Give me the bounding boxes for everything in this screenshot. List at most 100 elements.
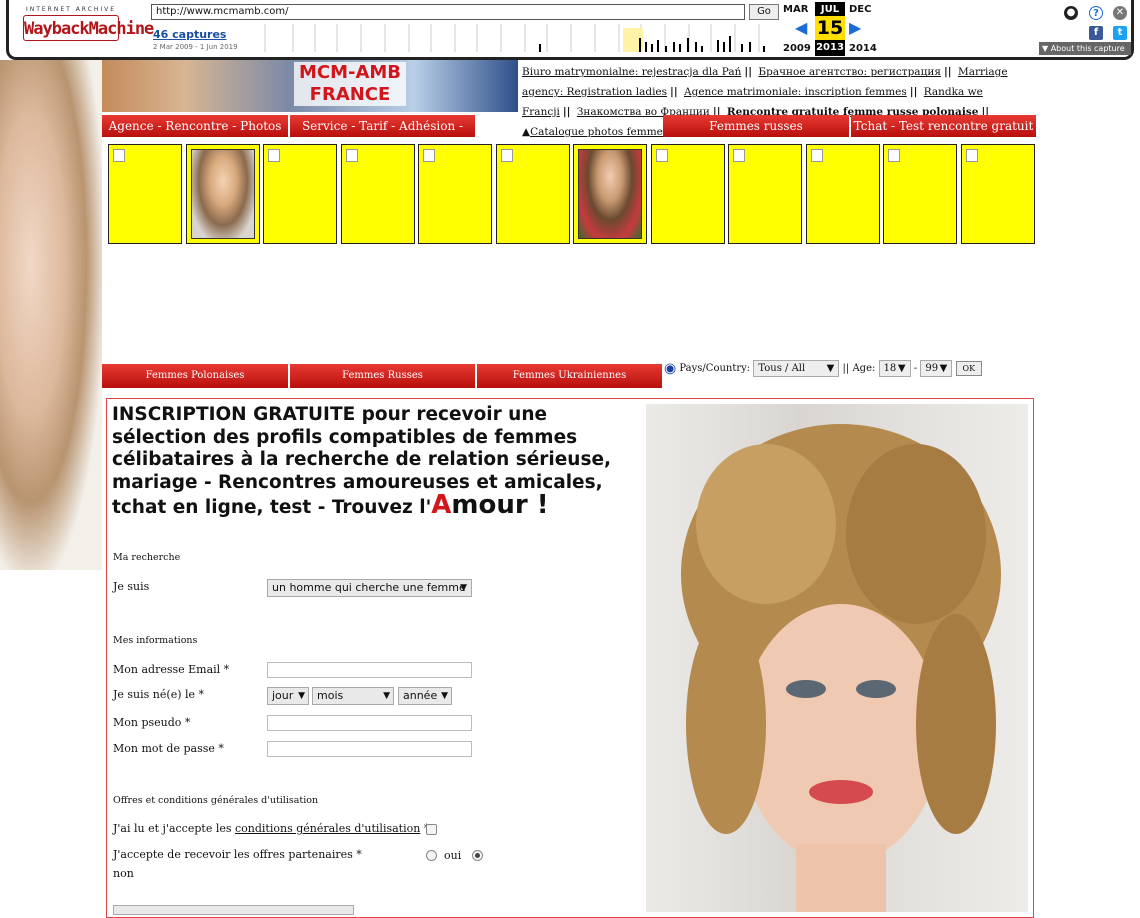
capture-sparkline[interactable] [245,24,777,52]
captures-link[interactable]: 46 captures [153,28,226,41]
profile-thumbnail[interactable] [805,143,881,245]
age-min-value: 18 [883,363,897,374]
brand-logo: MCM-AMB FRANCE [294,62,406,106]
profile-thumbnail[interactable] [572,143,648,245]
password-field[interactable] [267,741,472,757]
site-banner[interactable]: MCM-AMB FRANCE [102,60,518,112]
je-suis-value: un homme qui cherche une femme [272,581,466,594]
cgu-link[interactable]: conditions générales d'utilisation [235,822,420,835]
profile-thumbnail[interactable] [882,143,958,245]
search-filter: ◉ Pays/Country: Tous / All ▼ || Age: 18 … [664,360,983,377]
current-capture: JUL 15 2013 [815,2,845,56]
prev-month[interactable]: MAR [783,4,808,15]
camera-icon: ▲ [522,126,531,138]
title-big-letter: A [431,490,452,520]
profile-thumbnail[interactable] [960,143,1036,245]
broken-image-icon [423,149,435,162]
link-catalogue[interactable]: Catalogue photos femmes [530,126,668,138]
email-field[interactable] [267,662,472,678]
offres-non-label: non [113,867,134,880]
section-mes-informations: Mes informations [113,635,198,646]
next-capture-icon[interactable]: ▶ [849,18,861,37]
je-suis-label: Je suis [113,580,150,593]
pseudo-field[interactable] [267,715,472,731]
dropdown-arrow-icon: ▼ [826,363,835,374]
dob-label: Je suis né(e) le * [113,688,205,701]
next-year[interactable]: 2014 [849,43,877,54]
broken-image-icon [966,149,978,162]
wayback-toolbar: INTERNET ARCHIVE WaybackMachine http://w… [6,0,1134,60]
age-min-select[interactable]: 18 ▼ [878,360,911,377]
profile-thumbnail[interactable] [262,143,338,245]
dropdown-arrow-icon: ▼ [383,691,390,701]
dob-year-value: année [403,689,438,702]
url-input[interactable]: http://www.mcmamb.com/ [151,4,745,20]
nav-agence[interactable]: Agence - Rencontre - Photos [102,115,289,137]
link-russian-registration[interactable]: Брачное агентство: регистрация [758,66,941,78]
cgu-label: J'ai lu et j'accepte les conditions géné… [113,822,429,835]
offres-oui-radio[interactable] [426,850,437,861]
nav-femmes-russes[interactable]: Femmes russes [663,115,850,137]
section-offres: Offres et conditions générales d'utilisa… [113,795,319,806]
woman-portrait-photo [646,404,1028,912]
password-label: Mon mot de passe * [113,742,224,755]
profile-thumbnail[interactable] [107,143,183,245]
profile-photo [578,149,642,239]
link-french-registration[interactable]: Agence matrimoniale: inscription femmes [684,86,907,98]
logo-main-text: WaybackMachine [23,15,154,41]
portrait-illustration [681,424,1001,912]
broken-image-icon [113,149,125,162]
filter-ok-button[interactable]: OK [955,361,983,376]
capture-range: 2 Mar 2009 - 1 Jun 2019 [153,43,238,51]
profile-thumbnail[interactable] [650,143,726,245]
subnav-ukrainiennes[interactable]: Femmes Ukrainiennes [477,364,663,388]
profile-thumbnail[interactable] [727,143,803,245]
offres-non-radio[interactable] [472,850,483,861]
wayback-logo[interactable]: INTERNET ARCHIVE WaybackMachine [23,6,154,48]
calendar-nav: MAR ◀ 2009 JUL 15 2013 ▶ DEC 2014 [783,2,879,56]
about-capture-button[interactable]: ▼ About this capture [1039,42,1131,55]
brand-line-2: FRANCE [309,84,391,105]
profile-thumbnail[interactable] [340,143,416,245]
dob-month-value: mois [317,689,344,702]
je-suis-select[interactable]: un homme qui cherche une femme ▼ [267,579,472,597]
help-icon[interactable]: ? [1089,6,1103,20]
link-polish-registration[interactable]: Biuro matrymonialne: rejestracja dla Pań [522,66,741,78]
age-max-value: 99 [925,363,939,374]
facebook-icon[interactable]: f [1089,26,1103,40]
age-max-select[interactable]: 99 ▼ [920,360,953,377]
dropdown-arrow-icon: ▼ [460,583,467,593]
offres-label: J'accepte de recevoir les offres partena… [113,848,362,861]
broken-image-icon [888,149,900,162]
cgu-checkbox[interactable] [426,824,437,835]
profile-thumbnail[interactable] [495,143,571,245]
user-icon[interactable]: ● [1064,6,1078,20]
profile-thumbnail[interactable] [417,143,493,245]
nav-tchat[interactable]: Tchat - Test rencontre gratuit [851,115,1037,137]
eye-icon: ◉ [664,360,677,377]
dob-month-select[interactable]: mois ▼ [312,687,394,705]
profile-thumbnail[interactable] [185,143,261,245]
offres-oui-label: oui [444,849,462,862]
nav-service[interactable]: Service - Tarif - Adhésion - Video [290,115,476,155]
dropdown-arrow-icon: ▼ [897,363,906,374]
close-icon[interactable]: ✕ [1113,6,1127,20]
current-day: 15 [815,16,845,40]
go-button[interactable]: Go [749,4,779,20]
dob-year-select[interactable]: année ▼ [398,687,452,705]
prev-year[interactable]: 2009 [783,43,811,54]
bottom-select[interactable] [113,905,354,915]
twitter-icon[interactable]: t [1113,26,1127,40]
current-year: 2013 [816,42,844,53]
next-month[interactable]: DEC [849,4,871,15]
broken-image-icon [268,149,280,162]
email-label: Mon adresse Email * [113,663,230,676]
broken-image-icon [733,149,745,162]
dob-day-select[interactable]: jour ▼ [267,687,309,705]
subnav-polonaises[interactable]: Femmes Polonaises [102,364,289,388]
subnav-russes[interactable]: Femmes Russes [290,364,476,388]
country-select[interactable]: Tous / All ▼ [753,360,840,377]
prev-capture-icon[interactable]: ◀ [795,18,807,37]
pseudo-label: Mon pseudo * [113,716,191,729]
dropdown-arrow-icon: ▼ [298,691,305,701]
